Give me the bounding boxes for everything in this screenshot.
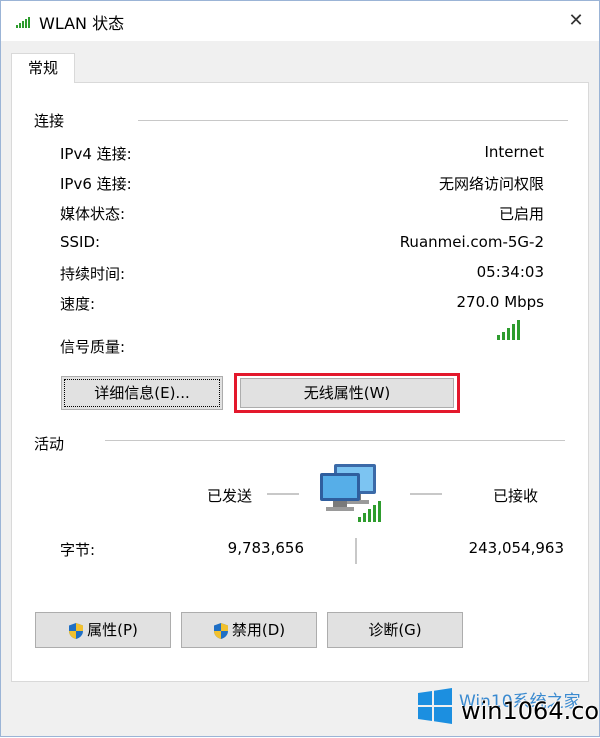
media-state-value: 已启用 (498, 205, 544, 223)
ssid-label: SSID: (60, 233, 101, 251)
connection-group-title: 连接 (34, 112, 65, 130)
bytes-sent-value: 9,783,656 (227, 539, 304, 557)
duration-value: 05:34:03 (476, 263, 544, 281)
properties-button-label: 属性(P) (87, 621, 138, 639)
close-button[interactable]: ✕ (553, 1, 599, 41)
duration-label: 持续时间: (60, 265, 126, 283)
disable-button-label: 禁用(D) (231, 621, 286, 639)
close-icon: ✕ (568, 10, 584, 31)
signal-strength-icon (497, 320, 520, 340)
details-button[interactable]: 详细信息(E)... (61, 376, 223, 410)
sent-line (267, 493, 299, 495)
activity-group-title: 活动 (34, 435, 65, 453)
tab-general[interactable]: 常规 (11, 53, 75, 83)
general-panel: 连接 IPv4 连接: Internet IPv6 连接: 无网络访问权限 媒体… (11, 82, 589, 682)
network-computers-icon (320, 464, 381, 522)
diagnose-button[interactable]: 诊断(G) (327, 612, 463, 648)
ipv4-value: Internet (484, 143, 544, 161)
activity-divider (105, 440, 565, 441)
disable-button[interactable]: 禁用(D) (181, 612, 317, 648)
speed-label: 速度: (60, 295, 96, 313)
media-state-label: 媒体状态: (60, 205, 126, 223)
window-title: WLAN 状态 (39, 14, 125, 33)
speed-value: 270.0 Mbps (456, 293, 544, 311)
title-bar[interactable]: WLAN 状态 ✕ (1, 1, 599, 41)
bytes-received-value: 243,054,963 (468, 539, 564, 557)
ipv6-value: 无网络访问权限 (438, 175, 544, 193)
bytes-divider (355, 538, 357, 564)
connection-divider (138, 120, 568, 121)
uac-shield-icon (213, 622, 228, 639)
ipv6-label: IPv6 连接: (60, 175, 132, 193)
sent-label: 已发送 (207, 487, 253, 505)
properties-button[interactable]: 属性(P) (35, 612, 171, 648)
ipv4-label: IPv4 连接: (60, 145, 132, 163)
ssid-value: Ruanmei.com-5G-2 (399, 233, 544, 251)
watermark-text: win1064.com (461, 697, 600, 725)
uac-shield-icon (69, 622, 84, 639)
bytes-label: 字节: (60, 541, 96, 559)
wireless-properties-button[interactable]: 无线属性(W) (240, 378, 454, 408)
watermark: Win10系统之家 win1064.com (413, 684, 600, 738)
windows-logo-icon (418, 688, 452, 724)
signal-quality-label: 信号质量: (60, 338, 126, 356)
received-line (410, 493, 442, 495)
wifi-signal-icon (16, 17, 30, 28)
received-label: 已接收 (493, 487, 539, 505)
wlan-status-window: WLAN 状态 ✕ 常规 连接 IPv4 连接: Internet IPv6 连… (0, 0, 600, 737)
